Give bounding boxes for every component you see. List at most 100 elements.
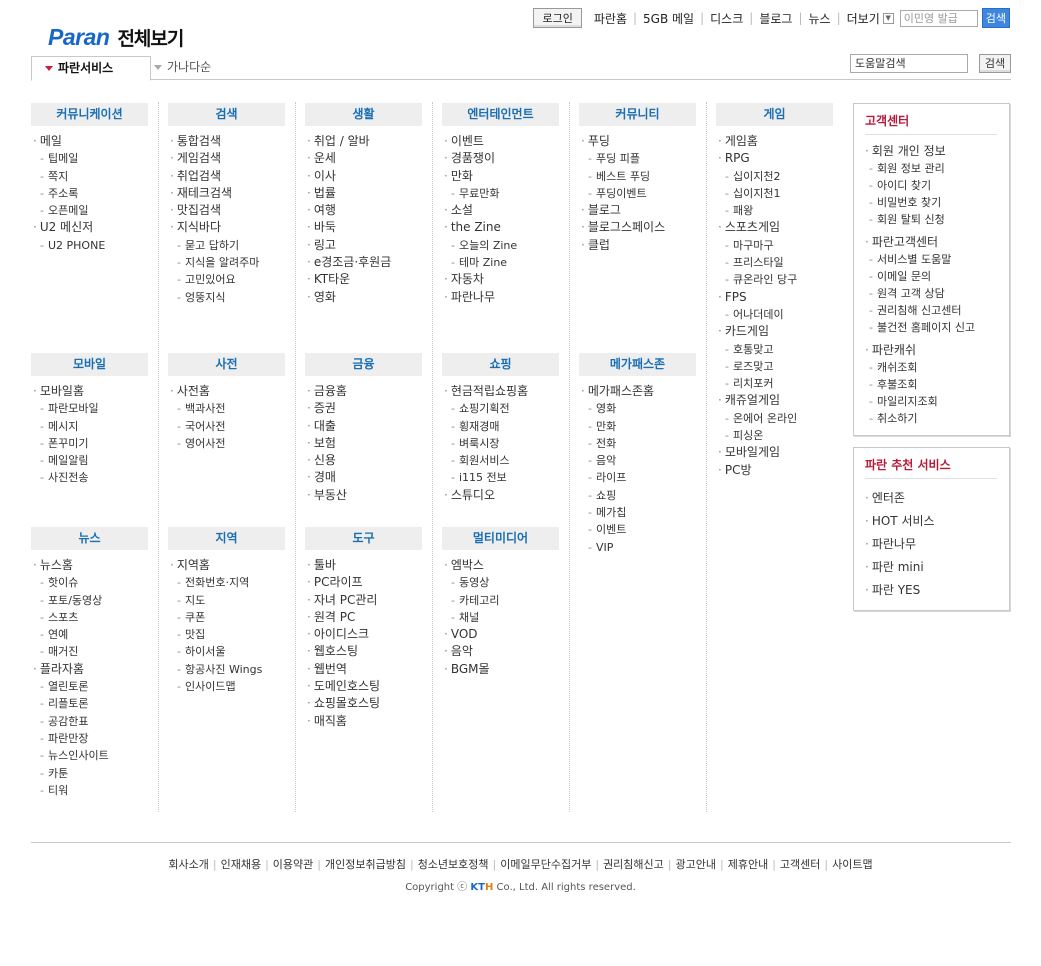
service-link[interactable]: PC방 bbox=[718, 462, 833, 479]
sub-service-link[interactable]: 백과사전 bbox=[170, 400, 285, 417]
login-button[interactable]: 로그인 bbox=[533, 8, 582, 28]
service-link[interactable]: RPG bbox=[718, 150, 833, 167]
sub-service-link[interactable]: 만화 bbox=[581, 418, 696, 435]
recommend-link[interactable]: HOT 서비스 bbox=[865, 510, 1009, 533]
sub-service-link[interactable]: 쇼핑 bbox=[581, 487, 696, 504]
section-title[interactable]: 커뮤니케이션 bbox=[31, 103, 148, 126]
section-title[interactable]: 금융 bbox=[305, 353, 422, 376]
customer-center-link[interactable]: 불건전 홈페이지 신고 bbox=[865, 319, 1009, 336]
service-link[interactable]: 사전홈 bbox=[170, 383, 285, 400]
customer-center-group[interactable]: 파란캐쉬 bbox=[865, 342, 1009, 359]
service-link[interactable]: 플라자홈 bbox=[33, 661, 148, 678]
sub-service-link[interactable]: 매거진 bbox=[33, 643, 148, 660]
sub-service-link[interactable]: 호통맞고 bbox=[718, 341, 833, 358]
service-link[interactable]: 바둑 bbox=[307, 219, 422, 236]
top-link-news[interactable]: 뉴스 bbox=[808, 10, 830, 27]
customer-center-link[interactable]: 캐쉬조회 bbox=[865, 359, 1009, 376]
service-link[interactable]: 스튜디오 bbox=[444, 487, 559, 504]
help-search-button[interactable]: 검색 bbox=[979, 54, 1011, 73]
sub-service-link[interactable]: 오늘의 Zine bbox=[444, 237, 559, 254]
tab-paran-services[interactable]: 파란서비스 bbox=[31, 56, 151, 81]
top-link-disk[interactable]: 디스크 bbox=[710, 10, 743, 27]
service-link[interactable]: 여행 bbox=[307, 202, 422, 219]
section-title[interactable]: 멀티미디어 bbox=[442, 527, 559, 550]
paran-logo[interactable]: Paran bbox=[48, 24, 110, 51]
service-link[interactable]: 경매 bbox=[307, 469, 422, 486]
service-link[interactable]: 취업검색 bbox=[170, 168, 285, 185]
sub-service-link[interactable]: 리플토론 bbox=[33, 695, 148, 712]
top-search-button[interactable]: 검색 bbox=[981, 8, 1010, 28]
service-link[interactable]: 현금적립쇼핑홈 bbox=[444, 383, 559, 400]
section-title[interactable]: 엔터테인먼트 bbox=[442, 103, 559, 126]
service-link[interactable]: 대출 bbox=[307, 418, 422, 435]
sub-service-link[interactable]: 푸딩이벤트 bbox=[581, 185, 696, 202]
section-title[interactable]: 도구 bbox=[305, 527, 422, 550]
sub-service-link[interactable]: 전화번호·지역 bbox=[170, 574, 285, 591]
service-link[interactable]: 웹호스팅 bbox=[307, 643, 422, 660]
top-link-blog[interactable]: 블로그 bbox=[759, 10, 792, 27]
sub-service-link[interactable]: 쿠폰 bbox=[170, 609, 285, 626]
footer-link[interactable]: 고객센터 bbox=[780, 858, 820, 871]
service-link[interactable]: 통합검색 bbox=[170, 133, 285, 150]
footer-link[interactable]: 회사소개 bbox=[168, 858, 208, 871]
section-title[interactable]: 검색 bbox=[168, 103, 285, 126]
sub-service-link[interactable]: U2 PHONE bbox=[33, 237, 148, 254]
sub-service-link[interactable]: 폰꾸미기 bbox=[33, 435, 148, 452]
sub-service-link[interactable]: 채널 bbox=[444, 609, 559, 626]
sub-service-link[interactable]: 주소록 bbox=[33, 185, 148, 202]
customer-center-link[interactable]: 아이디 찾기 bbox=[865, 177, 1009, 194]
service-link[interactable]: PC라이프 bbox=[307, 574, 422, 591]
service-link[interactable]: FPS bbox=[718, 289, 833, 306]
customer-center-link[interactable]: 원격 고객 상담 bbox=[865, 285, 1009, 302]
sub-service-link[interactable]: 오픈메일 bbox=[33, 202, 148, 219]
service-link[interactable]: 재테크검색 bbox=[170, 185, 285, 202]
sub-service-link[interactable]: 파란만장 bbox=[33, 730, 148, 747]
section-title[interactable]: 사전 bbox=[168, 353, 285, 376]
service-link[interactable]: 캐쥬얼게임 bbox=[718, 392, 833, 409]
footer-link[interactable]: 제휴안내 bbox=[728, 858, 768, 871]
service-link[interactable]: 맛집검색 bbox=[170, 202, 285, 219]
service-link[interactable]: 메가패스존홈 bbox=[581, 383, 696, 400]
sub-service-link[interactable]: 메일알림 bbox=[33, 452, 148, 469]
service-link[interactable]: 웹번역 bbox=[307, 661, 422, 678]
service-link[interactable]: the Zine bbox=[444, 219, 559, 236]
service-link[interactable]: 모바일홈 bbox=[33, 383, 148, 400]
service-link[interactable]: e경조금·후원금 bbox=[307, 254, 422, 271]
tab-alphabetical[interactable]: 가나다순 bbox=[141, 56, 223, 78]
sub-service-link[interactable]: 전화 bbox=[581, 435, 696, 452]
sub-service-link[interactable]: 마구마구 bbox=[718, 237, 833, 254]
service-link[interactable]: 만화 bbox=[444, 168, 559, 185]
sub-service-link[interactable]: 프리스타일 bbox=[718, 254, 833, 271]
service-link[interactable]: 법률 bbox=[307, 185, 422, 202]
sub-service-link[interactable]: 음악 bbox=[581, 452, 696, 469]
sub-service-link[interactable]: 핫이슈 bbox=[33, 574, 148, 591]
help-search-input[interactable]: 도움말검색 bbox=[850, 54, 968, 73]
customer-center-title[interactable]: 고객센터 bbox=[865, 112, 997, 135]
customer-center-link[interactable]: 서비스별 도움말 bbox=[865, 251, 1009, 268]
service-link[interactable]: 자녀 PC관리 bbox=[307, 592, 422, 609]
service-link[interactable]: 메일 bbox=[33, 133, 148, 150]
sub-service-link[interactable]: 영어사전 bbox=[170, 435, 285, 452]
section-title[interactable]: 쇼핑 bbox=[442, 353, 559, 376]
section-title[interactable]: 메가패스존 bbox=[579, 353, 696, 376]
sub-service-link[interactable]: 엉뚱지식 bbox=[170, 289, 285, 306]
service-link[interactable]: 소설 bbox=[444, 202, 559, 219]
sub-service-link[interactable]: i115 전보 bbox=[444, 469, 559, 486]
customer-center-link[interactable]: 후불조회 bbox=[865, 376, 1009, 393]
sub-service-link[interactable]: 벼룩시장 bbox=[444, 435, 559, 452]
sub-service-link[interactable]: 뉴스인사이트 bbox=[33, 747, 148, 764]
sub-service-link[interactable]: 인사이드맵 bbox=[170, 678, 285, 695]
service-link[interactable]: 링고 bbox=[307, 237, 422, 254]
recommend-link[interactable]: 파란 YES bbox=[865, 579, 1009, 602]
sub-service-link[interactable]: 피싱온 bbox=[718, 427, 833, 444]
sub-service-link[interactable]: 고민있어요 bbox=[170, 271, 285, 288]
service-link[interactable]: 스포츠게임 bbox=[718, 219, 833, 236]
service-link[interactable]: 파란나무 bbox=[444, 289, 559, 306]
service-link[interactable]: 부동산 bbox=[307, 487, 422, 504]
service-link[interactable]: 보험 bbox=[307, 435, 422, 452]
service-link[interactable]: 푸딩 bbox=[581, 133, 696, 150]
customer-center-link[interactable]: 이메일 문의 bbox=[865, 268, 1009, 285]
service-link[interactable]: 게임홈 bbox=[718, 133, 833, 150]
sub-service-link[interactable]: 영화 bbox=[581, 400, 696, 417]
sub-service-link[interactable]: 국어사전 bbox=[170, 418, 285, 435]
